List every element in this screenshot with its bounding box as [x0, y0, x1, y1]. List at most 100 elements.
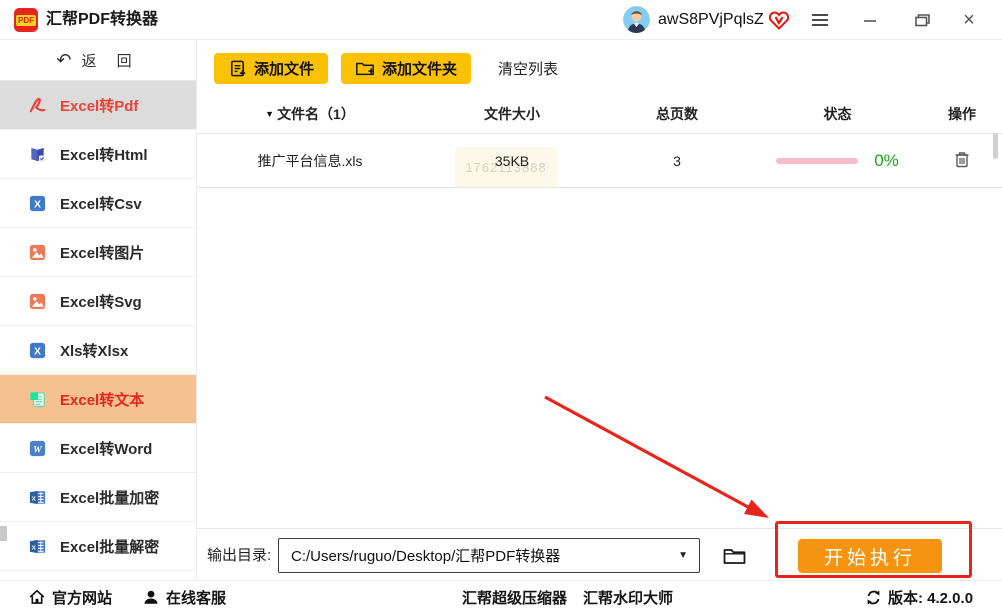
compressor-label: 汇帮超级压缩器 — [462, 589, 568, 607]
header-filename[interactable]: ▼ 文件名（1） — [197, 104, 423, 124]
customer-service-icon — [144, 590, 158, 604]
add-folder-icon — [356, 62, 374, 76]
header-status: 状态 — [823, 106, 852, 122]
x-square-icon: X — [28, 194, 47, 213]
output-bar: 输出目录: C:/Users/ruguo/Desktop/汇帮PDF转换器 ▼ … — [197, 528, 1002, 580]
app-window: PDF 汇帮PDF转换器 awS8PVjPqlsZ × ↶ 返 回 Excel转… — [0, 0, 1002, 613]
back-label: 返 回 — [81, 52, 140, 70]
file-size: 35KB — [494, 152, 530, 169]
sidebar-item-label: Excel转Pdf — [60, 97, 139, 115]
home-icon — [29, 589, 45, 604]
add-folder-label: 添加文件夹 — [382, 61, 458, 78]
back-arrow-icon: ↶ — [56, 49, 72, 70]
sort-desc-icon: ▼ — [265, 109, 275, 119]
sidebar-item-excel-to-html[interactable]: Excel转Html — [0, 130, 196, 179]
watermark-master-link[interactable]: 汇帮水印大师 — [583, 581, 673, 613]
chevron-down-icon: ▼ — [678, 550, 688, 561]
main-panel: 添加文件 添加文件夹 清空列表 ▼ 文件名（1） 文件大小 总页数 状态 操作 1… — [197, 40, 1002, 580]
delete-file-button[interactable] — [922, 149, 1002, 173]
x-square-icon: X — [28, 341, 47, 360]
browse-folder-button[interactable] — [720, 542, 748, 568]
html-book-icon — [28, 145, 47, 164]
compressor-link[interactable]: 汇帮超级压缩器 — [462, 581, 567, 613]
file-name: 推广平台信息.xls — [257, 152, 363, 169]
output-dir-label: 输出目录: — [207, 547, 272, 564]
sidebar-item-excel-to-word[interactable]: W Excel转Word — [0, 424, 196, 473]
sidebar-item-label: Excel转Html — [60, 146, 148, 164]
refresh-icon — [867, 590, 880, 604]
online-support-link[interactable]: 在线客服 — [142, 581, 226, 613]
sidebar-item-excel-to-pdf[interactable]: Excel转Pdf — [0, 81, 196, 130]
sidebar-item-label: Excel转图片 — [60, 244, 145, 262]
sidebar-item-excel-to-text[interactable]: Excel转文本 — [0, 375, 196, 424]
sidebar-item-excel-to-csv[interactable]: X Excel转Csv — [0, 179, 196, 228]
close-icon: × — [963, 9, 975, 31]
maximize-button[interactable] — [905, 0, 939, 40]
sidebar-item-label: Excel批量加密 — [60, 489, 160, 507]
image-icon — [28, 243, 47, 262]
table-header-row: ▼ 文件名（1） 文件大小 总页数 状态 操作 — [197, 95, 1002, 134]
sidebar-scrollbar-thumb[interactable] — [0, 526, 7, 541]
menu-button[interactable] — [803, 0, 837, 40]
hamburger-icon — [812, 14, 828, 26]
file-status-cell: 0% — [753, 151, 922, 171]
minimize-icon — [864, 20, 876, 22]
header-pages: 总页数 — [656, 106, 698, 122]
add-folder-button[interactable]: 添加文件夹 — [341, 53, 472, 84]
excel-workbook-icon: x — [28, 488, 47, 507]
text-document-icon — [28, 390, 47, 409]
sidebar-item-xls-to-xlsx[interactable]: X Xls转Xlsx — [0, 326, 196, 375]
footer: 官方网站 在线客服 汇帮超级压缩器 汇帮水印大师 版本: 4.2.0.0 — [0, 580, 1002, 613]
sidebar-item-excel-batch-encrypt[interactable]: x Excel批量加密 — [0, 473, 196, 522]
progress-bar — [776, 157, 859, 164]
sidebar-item-label: Excel转文本 — [60, 391, 145, 409]
start-execute-button[interactable]: 开始执行 — [798, 539, 942, 573]
minimize-button[interactable] — [853, 0, 887, 40]
content-scrollbar-thumb[interactable] — [993, 133, 998, 159]
trash-icon — [955, 151, 969, 167]
version-label: 版本: 4.2.0.0 — [888, 589, 974, 607]
titlebar: PDF 汇帮PDF转换器 awS8PVjPqlsZ × — [0, 0, 1002, 40]
output-path-combobox[interactable]: C:/Users/ruguo/Desktop/汇帮PDF转换器 ▼ — [278, 538, 700, 573]
add-file-label: 添加文件 — [254, 61, 315, 78]
svg-text:W: W — [33, 445, 42, 455]
close-button[interactable]: × — [952, 0, 986, 40]
clear-list-button[interactable]: 清空列表 — [498, 58, 558, 79]
user-avatar[interactable] — [623, 6, 650, 33]
acrobat-pdf-icon — [28, 96, 47, 115]
app-title: 汇帮PDF转换器 — [46, 11, 159, 28]
sidebar-item-label: Excel转Csv — [60, 195, 142, 213]
add-file-button[interactable]: 添加文件 — [214, 53, 329, 84]
official-website-link[interactable]: 官方网站 — [28, 581, 112, 613]
official-website-label: 官方网站 — [52, 589, 113, 607]
sidebar-item-excel-to-image[interactable]: Excel转图片 — [0, 228, 196, 277]
output-path-value: C:/Users/ruguo/Desktop/汇帮PDF转换器 — [291, 548, 561, 565]
image-icon — [28, 292, 47, 311]
file-pages: 3 — [673, 152, 681, 169]
add-file-icon — [230, 60, 246, 77]
sidebar-item-label: Excel转Word — [60, 440, 153, 458]
folder-icon — [723, 548, 745, 564]
header-filesize: 文件大小 — [484, 106, 540, 122]
sidebar: ↶ 返 回 Excel转Pdf Excel转Html X Excel转Csv E… — [0, 40, 197, 580]
vip-badge-icon[interactable] — [768, 9, 790, 31]
progress-percent: 0% — [874, 150, 899, 170]
back-button[interactable]: ↶ 返 回 — [0, 40, 196, 81]
sidebar-item-label: Excel批量解密 — [60, 538, 160, 556]
svg-text:X: X — [34, 346, 41, 357]
version-check-update[interactable]: 版本: 4.2.0.0 — [865, 581, 973, 613]
maximize-icon — [914, 14, 930, 27]
sidebar-item-excel-batch-decrypt[interactable]: x Excel批量解密 — [0, 522, 196, 571]
toolbar: 添加文件 添加文件夹 清空列表 — [214, 53, 558, 84]
sidebar-item-label: Xls转Xlsx — [60, 342, 129, 360]
watermark-master-label: 汇帮水印大师 — [583, 589, 674, 607]
table-row: 推广平台信息.xls 35KB 3 0% — [197, 134, 1002, 188]
app-logo-pdf-icon: PDF — [14, 8, 38, 32]
sidebar-item-label: Excel转Svg — [60, 293, 142, 311]
avatar-icon — [623, 6, 650, 33]
username[interactable]: awS8PVjPqlsZ — [658, 0, 764, 40]
excel-workbook-icon: x — [28, 537, 47, 556]
sidebar-item-excel-to-svg[interactable]: Excel转Svg — [0, 277, 196, 326]
header-actions: 操作 — [948, 106, 976, 122]
online-support-label: 在线客服 — [166, 589, 227, 607]
